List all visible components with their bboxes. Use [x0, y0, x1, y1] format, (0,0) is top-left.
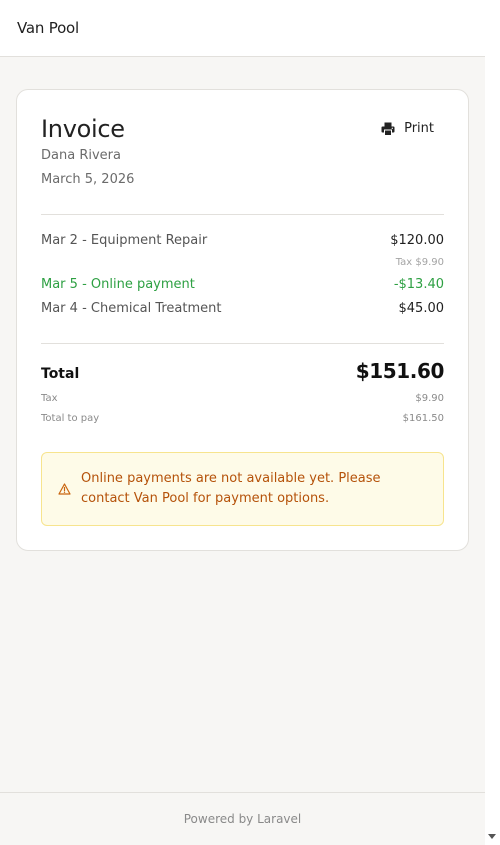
line-item-description: Mar 4 - Chemical Treatment	[41, 301, 222, 316]
total-amount: $151.60	[355, 359, 445, 383]
invoice-date: March 5, 2026	[41, 172, 135, 187]
tax-amount: $9.90	[415, 393, 444, 404]
total-to-pay-amount: $161.50	[402, 413, 444, 424]
footer-text: Powered by Laravel	[183, 812, 302, 826]
print-button[interactable]: Print	[381, 121, 434, 136]
invoice-card: Invoice Dana Rivera March 5, 2026 Print …	[16, 89, 469, 551]
line-item-description: Mar 2 - Equipment Repair	[41, 233, 208, 248]
invoice-title: Invoice	[41, 115, 125, 143]
tax-summary-row: Tax $9.90	[41, 393, 444, 404]
line-item-amount: -$13.40	[393, 277, 444, 292]
scrollbar[interactable]	[485, 0, 500, 845]
brand-name[interactable]: Van Pool	[17, 19, 79, 37]
line-item-amount: $120.00	[390, 233, 444, 248]
line-item-description: Mar 5 - Online payment	[41, 277, 195, 292]
customer-name: Dana Rivera	[41, 148, 121, 163]
total-to-pay-row: Total to pay $161.50	[41, 413, 444, 424]
warning-icon	[58, 480, 71, 499]
page-viewport: Van Pool Invoice Dana Rivera March 5, 20…	[0, 0, 485, 845]
print-label: Print	[404, 121, 434, 136]
payment-warning-alert: Online payments are not available yet. P…	[41, 452, 444, 526]
divider	[41, 343, 444, 344]
scroll-down-arrow-icon[interactable]	[488, 834, 496, 839]
total-to-pay-label: Total to pay	[41, 413, 100, 424]
footer: Powered by Laravel	[0, 792, 485, 845]
line-item: Mar 2 - Equipment Repair $120.00	[41, 233, 444, 248]
tax-label: Tax	[41, 393, 58, 404]
payment-line-item: Mar 5 - Online payment -$13.40	[41, 277, 444, 292]
line-item-amount: $45.00	[398, 301, 445, 316]
line-item: Mar 4 - Chemical Treatment $45.00	[41, 301, 444, 316]
divider	[41, 214, 444, 215]
top-bar: Van Pool	[0, 0, 485, 57]
total-label: Total	[41, 366, 80, 382]
total-row: Total $151.60	[41, 359, 444, 383]
alert-message: Online payments are not available yet. P…	[81, 471, 381, 506]
line-item-tax-note: Tax $9.90	[395, 257, 444, 268]
printer-icon	[381, 122, 395, 136]
